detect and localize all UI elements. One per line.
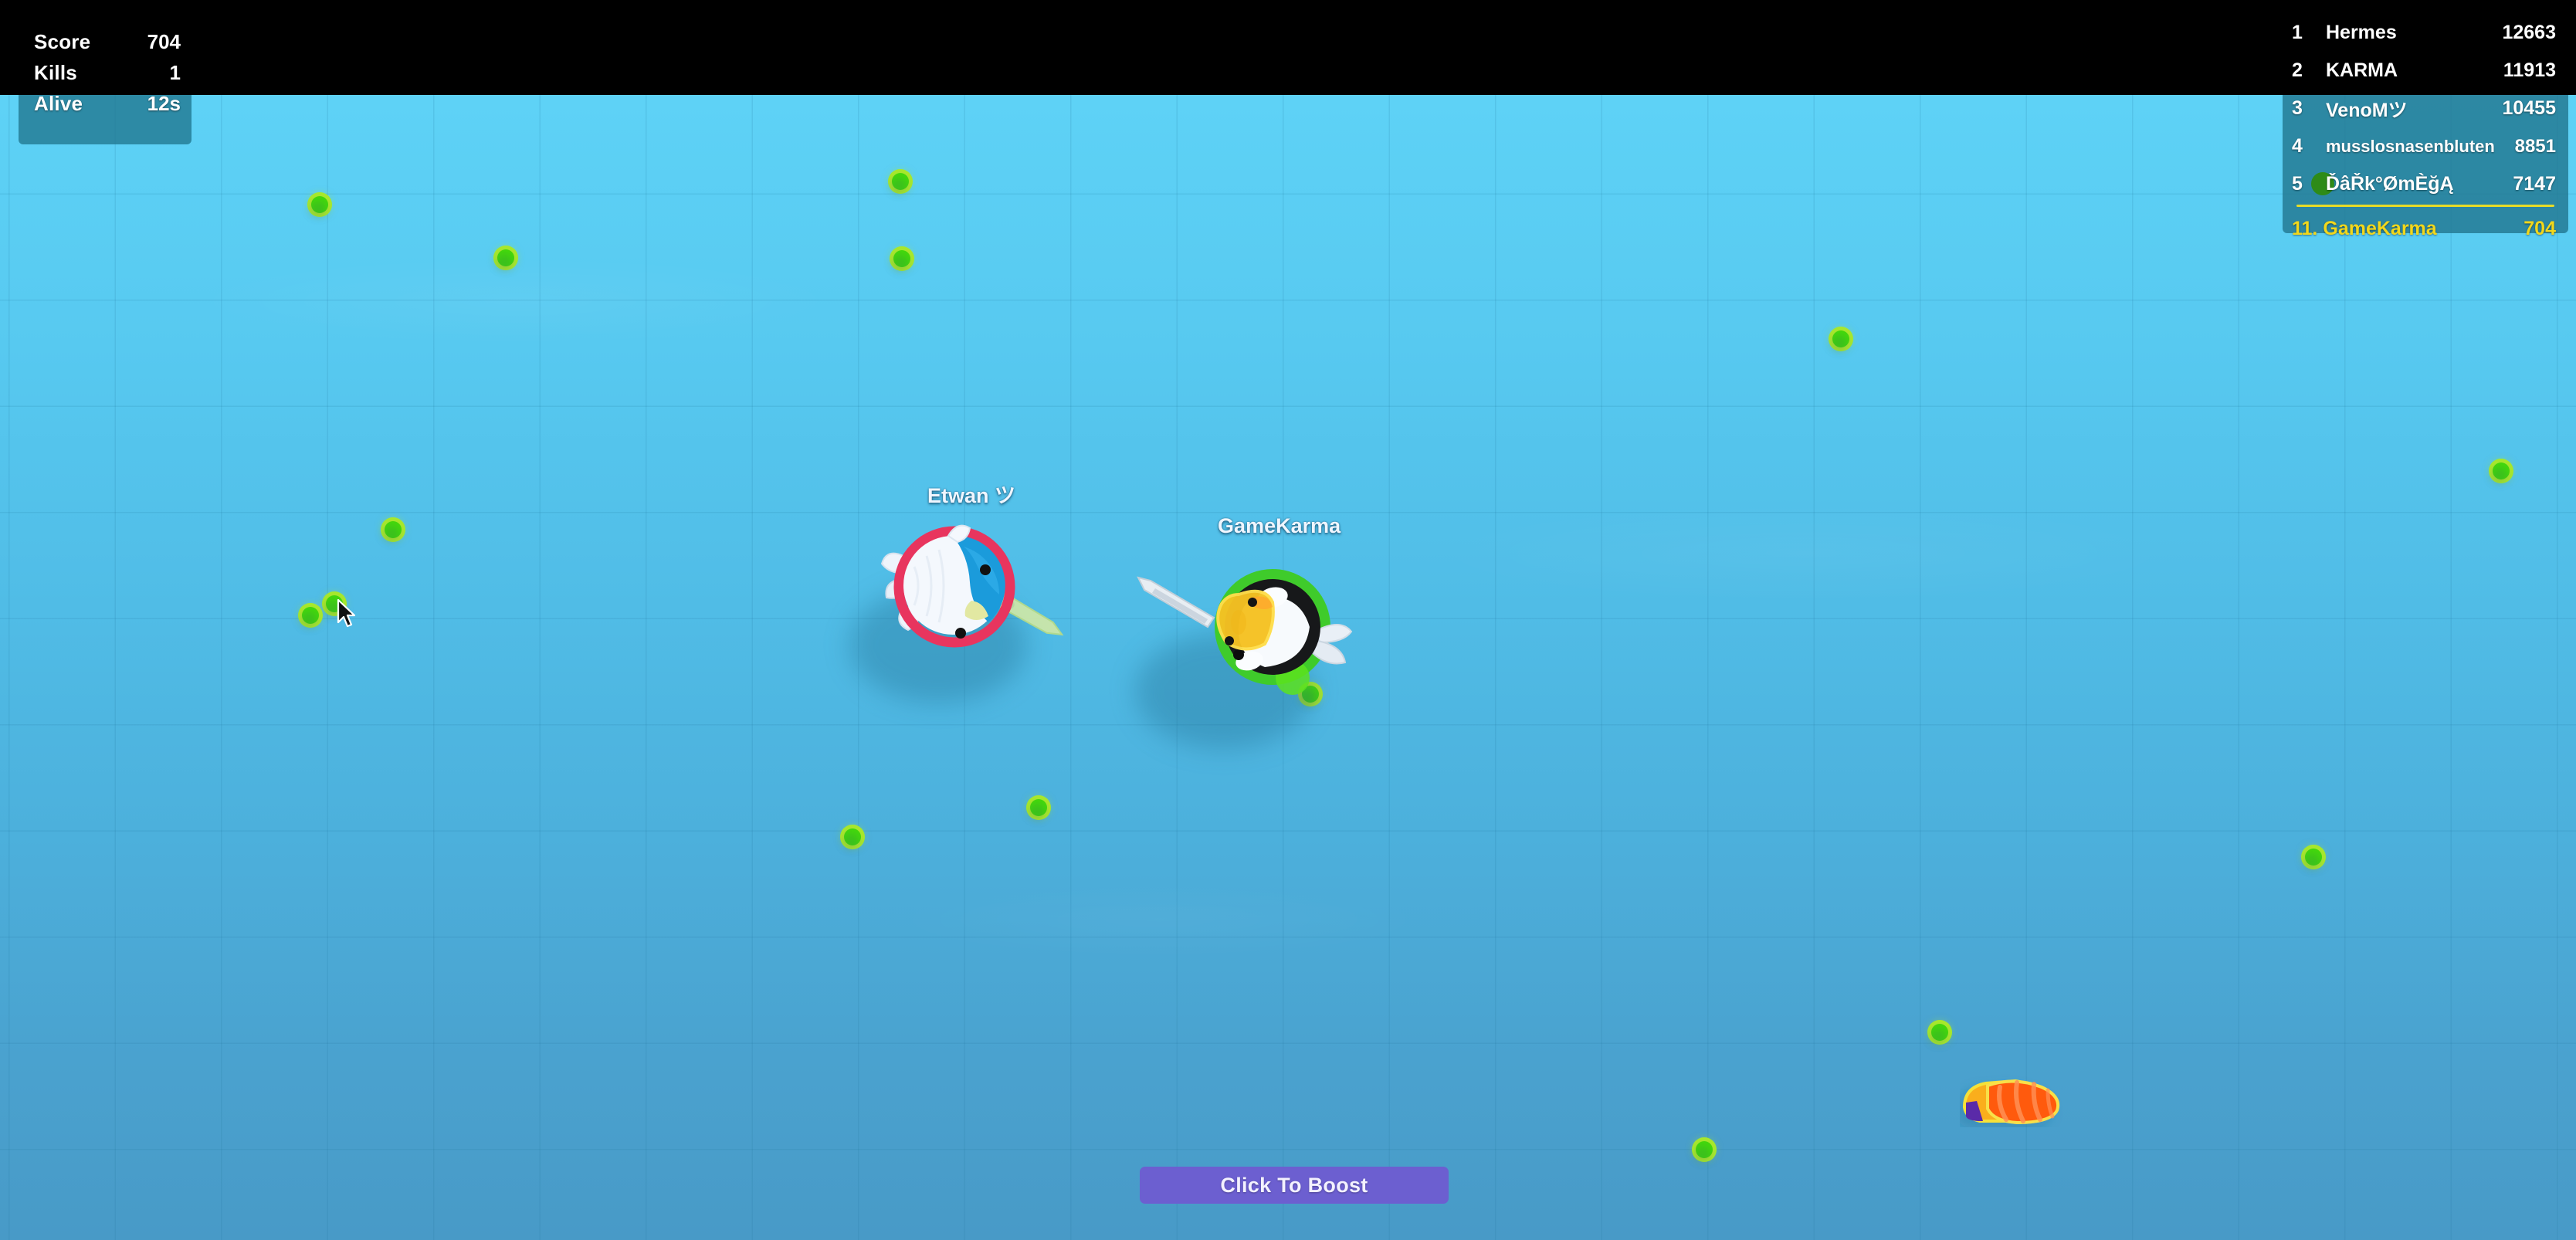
stat-value-score: 704 — [147, 29, 181, 53]
food-pellet[interactable] — [2493, 462, 2510, 479]
leaderboard-divider — [2296, 205, 2554, 207]
food-pellet[interactable] — [1931, 1024, 1948, 1041]
leaderboard-name: KARMA — [2326, 59, 2398, 81]
leaderboard-self-rank: 11. — [2292, 218, 2318, 239]
food-pellet[interactable] — [2305, 849, 2322, 866]
leaderboard-rank: 1 — [2292, 22, 2303, 43]
food-pellet[interactable] — [844, 828, 861, 845]
leaderboard-score: 7147 — [2513, 173, 2556, 195]
leaderboard-row: 3 VenoMツ 10455 — [2283, 90, 2568, 127]
leaderboard-name: VenoMツ — [2326, 99, 2408, 121]
food-pellet[interactable] — [302, 607, 319, 624]
leaderboard-rank: 3 — [2292, 97, 2303, 119]
player-etwan[interactable]: Etwan ツ — [856, 479, 1087, 649]
food-pellet[interactable] — [497, 249, 514, 266]
whale-avatar-icon — [880, 524, 1064, 648]
food-pellet[interactable] — [326, 595, 343, 612]
leaderboard-rank: 2 — [2292, 59, 2303, 81]
sushi-nigiri-pickup[interactable] — [1960, 1072, 2065, 1127]
player-gamekarma[interactable]: GameKarma — [1121, 514, 1376, 695]
sushi-icon — [1962, 1079, 2059, 1125]
leaderboard-panel: 1 Hermes 12663 2 KARMA 11913 3 VenoMツ 10… — [2283, 9, 2568, 256]
food-pellet[interactable] — [1030, 799, 1047, 816]
leaderboard-rank: 4 — [2292, 135, 2303, 157]
game-viewport: Etwan ツ GameKarma Score 704 Kills 1 Aliv… — [0, 0, 2576, 1240]
stat-label-kills: Kills — [34, 60, 77, 84]
player-name-gamekarma: GameKarma — [1218, 514, 1341, 537]
leaderboard-score: 11913 — [2503, 59, 2556, 81]
leaderboard-name: ĎâŘk°ØmÈğĄ — [2326, 173, 2454, 195]
stat-value-alive: 12s — [147, 91, 181, 115]
stat-row-score: Score 704 — [19, 26, 192, 57]
stat-label-alive: Alive — [34, 91, 83, 115]
leaderboard-row: 1 Hermes 12663 — [2283, 14, 2568, 52]
leaderboard-name: Hermes — [2326, 22, 2397, 43]
food-pellet[interactable] — [311, 196, 328, 213]
leaderboard-self-name: GameKarma — [2323, 218, 2437, 239]
leaderboard-score: 12663 — [2502, 22, 2556, 43]
leaderboard-score: 10455 — [2502, 97, 2556, 119]
food-pellet[interactable] — [1832, 330, 1849, 347]
leaderboard-row: 5 ĎâŘk°ØmÈğĄ 7147 — [2283, 165, 2568, 203]
leaderboard-row: 2 KARMA 11913 — [2283, 52, 2568, 90]
orca-avatar-icon — [1137, 569, 1353, 695]
leaderboard-name: musslosnasenbluten — [2326, 136, 2495, 156]
player-name-etwan: Etwan ツ — [927, 484, 1016, 507]
stat-row-alive: Alive 12s — [19, 88, 192, 119]
stat-label-score: Score — [34, 29, 91, 53]
stat-value-kills: 1 — [169, 60, 181, 84]
stats-panel: Score 704 Kills 1 Alive 12s — [19, 23, 192, 119]
leaderboard-self-score: 704 — [2523, 218, 2556, 239]
leaderboard-rank: 5 — [2292, 173, 2303, 195]
top-bar-overlay — [0, 0, 2576, 95]
food-pellet[interactable] — [893, 250, 910, 267]
food-pellet[interactable] — [385, 521, 402, 538]
leaderboard-score: 8851 — [2514, 135, 2556, 157]
leaderboard-row-self: 11. GameKarma 704 — [2283, 210, 2568, 248]
food-pellet[interactable] — [892, 173, 909, 190]
food-pellet[interactable] — [1696, 1141, 1713, 1158]
stat-row-kills: Kills 1 — [19, 57, 192, 88]
leaderboard-row: 4 musslosnasenbluten 8851 — [2283, 127, 2568, 165]
boost-button[interactable]: Click To Boost — [1140, 1167, 1449, 1204]
